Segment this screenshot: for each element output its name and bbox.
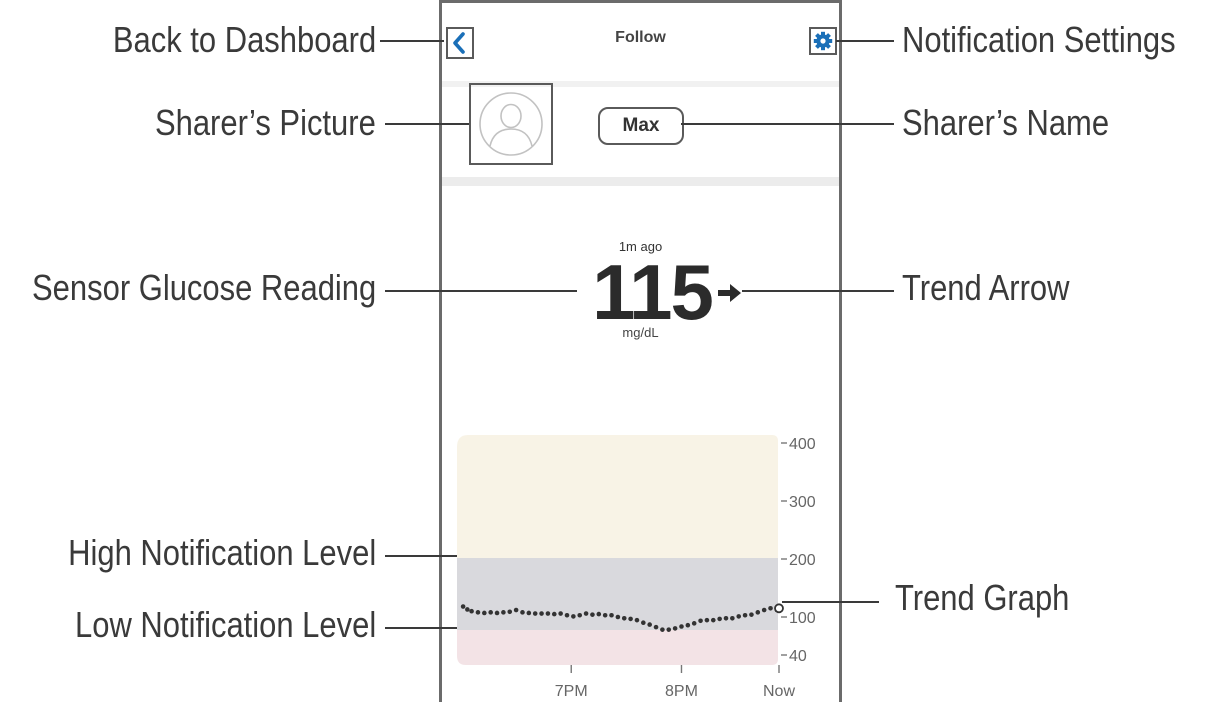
- glucose-point: [494, 610, 500, 616]
- glucose-point: [710, 617, 716, 623]
- glucose-point: [628, 616, 633, 622]
- glucose-point: [641, 620, 646, 625]
- high-zone: [457, 435, 778, 558]
- leader-trend-arrow: [742, 290, 894, 292]
- glucose-point: [551, 611, 557, 617]
- glucose-point: [475, 610, 481, 615]
- glucose-point: [469, 608, 474, 614]
- y-axis: 400 300 200 100 40: [781, 436, 816, 665]
- glucose-point: [571, 614, 576, 619]
- x-tick-label: 8PM: [665, 683, 698, 700]
- x-axis: 7PM 8PM Now: [555, 665, 795, 700]
- x-tick-label: 7PM: [555, 683, 588, 700]
- glucose-point: [647, 622, 652, 627]
- callout-trend-arrow: Trend Arrow: [902, 267, 1070, 308]
- glucose-point: [596, 611, 602, 617]
- glucose-point: [577, 612, 583, 618]
- y-tick-label: 100: [789, 610, 816, 627]
- leader-reading: [385, 290, 577, 292]
- glucose-point: [545, 611, 551, 616]
- glucose-point: [564, 612, 570, 618]
- leader-back: [380, 40, 444, 42]
- glucose-point: [660, 627, 665, 632]
- glucose-point: [507, 609, 513, 615]
- glucose-point: [723, 615, 729, 621]
- low-zone: [457, 630, 778, 665]
- glucose-point: [679, 624, 684, 629]
- glucose-point: [520, 610, 525, 615]
- glucose-point: [634, 617, 640, 623]
- leader-low: [385, 627, 457, 629]
- glucose-point: [539, 611, 544, 616]
- glucose-point: [460, 604, 466, 609]
- leader-picture: [385, 123, 469, 125]
- x-tick-label: Now: [763, 683, 795, 700]
- callout-sharers-name: Sharer’s Name: [902, 102, 1110, 143]
- glucose-point: [583, 611, 589, 616]
- glucose-point: [558, 611, 563, 616]
- leader-trend-graph: [782, 601, 879, 603]
- leader-high: [385, 555, 457, 557]
- glucose-point: [736, 614, 742, 619]
- glucose-point: [513, 607, 519, 613]
- glucose-point: [602, 612, 608, 618]
- glucose-point: [615, 614, 621, 620]
- glucose-point: [488, 610, 493, 615]
- glucose-point: [482, 610, 487, 616]
- glucose-point: [691, 621, 697, 626]
- y-tick-label: 400: [789, 436, 816, 453]
- glucose-point: [532, 611, 538, 616]
- glucose-point: [501, 610, 506, 615]
- callout-back-to-dashboard: Back to Dashboard: [112, 19, 376, 60]
- glucose-point: [768, 606, 773, 611]
- glucose-point: [755, 610, 761, 615]
- glucose-point: [704, 617, 710, 623]
- callout-trend-graph: Trend Graph: [895, 577, 1070, 618]
- glucose-point: [749, 612, 754, 617]
- glucose-point: [590, 612, 595, 617]
- zones: [457, 435, 778, 665]
- glucose-point: [526, 610, 532, 616]
- y-tick-label: 200: [789, 552, 816, 569]
- trend-graph: 400 300 200 100 40 7PM 8PM Now: [457, 435, 816, 700]
- glucose-point: [465, 607, 470, 612]
- phone-screen: Follow Max 1m ago 115 mg/dL 400 300 200 …: [439, 0, 842, 702]
- y-tick-label: 40: [789, 648, 807, 665]
- glucose-point: [742, 612, 748, 618]
- y-tick-label: 300: [789, 494, 816, 511]
- callout-notification-settings: Notification Settings: [902, 19, 1176, 60]
- callout-sharers-picture: Sharer’s Picture: [155, 102, 376, 143]
- glucose-point: [609, 612, 614, 618]
- glucose-point: [666, 627, 672, 632]
- callout-low-notification-level: Low Notification Level: [74, 604, 376, 645]
- glucose-point: [653, 624, 659, 630]
- glucose-point: [685, 622, 691, 628]
- glucose-point: [698, 618, 703, 624]
- glucose-point: [672, 626, 678, 631]
- glucose-point: [730, 615, 735, 621]
- leader-settings: [836, 40, 894, 42]
- callout-high-notification-level: High Notification Level: [67, 532, 376, 573]
- leader-name: [681, 123, 894, 125]
- glucose-point: [717, 616, 722, 622]
- callout-sensor-glucose-reading: Sensor Glucose Reading: [31, 267, 376, 308]
- glucose-point: [761, 607, 767, 613]
- current-reading-marker: [774, 603, 784, 614]
- glucose-point: [621, 615, 627, 621]
